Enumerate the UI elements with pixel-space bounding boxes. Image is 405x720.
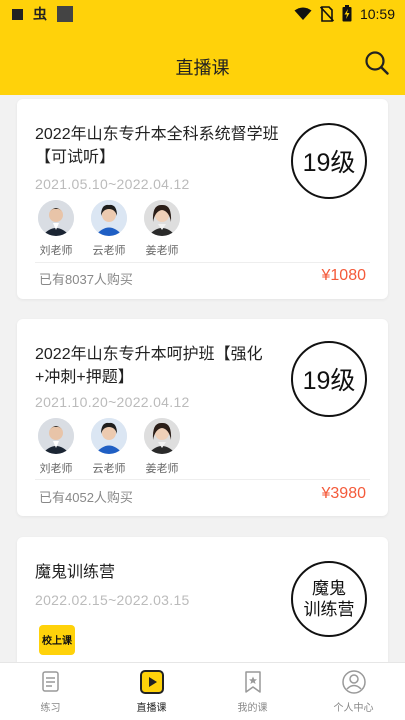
course-list[interactable]: 2022年山东专升本全科系统督学班【可试听】 2021.05.10~2022.0… (0, 95, 405, 662)
buyer-count: 已有4052人购买 (39, 490, 133, 505)
course-card[interactable]: 魔鬼训练营 2022.02.15~2022.03.15 魔鬼 训练营 校上课 (17, 537, 388, 662)
teacher-name: 云老师 (92, 245, 126, 257)
page-title: 直播课 (175, 58, 230, 78)
divider (35, 262, 370, 263)
level-badge: 19级 (291, 341, 367, 417)
my-courses-icon (244, 671, 261, 693)
course-card[interactable]: 2022年山东专升本呵护班【强化+冲刺+押题】 2021.10.20~2022.… (17, 319, 388, 516)
debug-bug-icon: 虫 (33, 6, 47, 22)
teacher-name: 姜老师 (145, 463, 179, 475)
avatar (38, 418, 74, 454)
teacher[interactable]: 姜老师 (143, 418, 181, 476)
level-badge: 19级 (291, 123, 367, 199)
status-bar: 虫 10:59 (0, 0, 405, 28)
teacher-list: 刘老师 云老师 姜老师 (37, 200, 181, 258)
course-logo: 校上课 (39, 625, 75, 655)
tab-label: 个人中心 (333, 703, 374, 714)
level-badge-line: 训练营 (303, 600, 355, 619)
avatar (91, 418, 127, 454)
tab-my-courses[interactable]: 我的课 (202, 663, 303, 720)
bottom-tab-bar: 练习 直播课 我的课 个人中心 (0, 662, 405, 720)
course-dates: 2022.02.15~2022.03.15 (35, 592, 190, 608)
notification-image-icon (57, 6, 73, 22)
search-icon[interactable] (363, 49, 391, 77)
tab-label: 直播课 (136, 703, 167, 714)
teacher-name: 姜老师 (145, 245, 179, 257)
teacher[interactable]: 刘老师 (37, 200, 75, 258)
course-dates: 2021.10.20~2022.04.12 (35, 394, 190, 410)
status-system: 10:59 (294, 5, 395, 22)
tab-profile[interactable]: 个人中心 (303, 663, 404, 720)
teacher[interactable]: 姜老师 (143, 200, 181, 258)
divider (35, 479, 370, 480)
teacher[interactable]: 云老师 (90, 200, 128, 258)
no-sim-icon (319, 5, 334, 22)
course-dates: 2021.05.10~2022.04.12 (35, 176, 190, 192)
profile-icon (341, 670, 366, 694)
level-badge: 魔鬼 训练营 (291, 561, 367, 637)
avatar (144, 200, 180, 236)
course-logo-text: 校上课 (42, 634, 73, 647)
battery-charging-icon (342, 5, 352, 22)
teacher-name: 云老师 (92, 463, 126, 475)
buyer-count: 已有8037人购买 (39, 272, 133, 287)
tab-label: 我的课 (237, 703, 268, 714)
level-badge-line: 魔鬼 (312, 579, 346, 598)
wifi-icon (294, 7, 312, 20)
course-title: 2022年山东专升本呵护班【强化+冲刺+押题】 (35, 346, 263, 386)
course-title: 2022年山东专升本全科系统督学班【可试听】 (35, 126, 279, 166)
teacher[interactable]: 云老师 (90, 418, 128, 476)
tab-practice[interactable]: 练习 (0, 663, 101, 720)
avatar (38, 200, 74, 236)
app-header: 直播课 (0, 28, 405, 95)
status-notifications: 虫 (12, 6, 73, 22)
teacher-name: 刘老师 (39, 245, 73, 257)
status-time: 10:59 (359, 5, 395, 22)
price: ¥1080 (321, 267, 367, 284)
tab-label: 练习 (40, 703, 61, 714)
notification-square-icon (12, 8, 23, 20)
price: ¥3980 (321, 485, 367, 502)
avatar (91, 200, 127, 236)
course-title: 魔鬼训练营 (35, 564, 116, 581)
practice-icon (41, 671, 59, 692)
teacher-name: 刘老师 (39, 463, 73, 475)
avatar (144, 418, 180, 454)
course-card[interactable]: 2022年山东专升本全科系统督学班【可试听】 2021.05.10~2022.0… (17, 99, 388, 299)
teacher-list: 刘老师 云老师 姜老师 (37, 418, 181, 476)
live-class-icon (139, 670, 164, 694)
tab-live-class[interactable]: 直播课 (101, 663, 202, 720)
teacher[interactable]: 刘老师 (37, 418, 75, 476)
